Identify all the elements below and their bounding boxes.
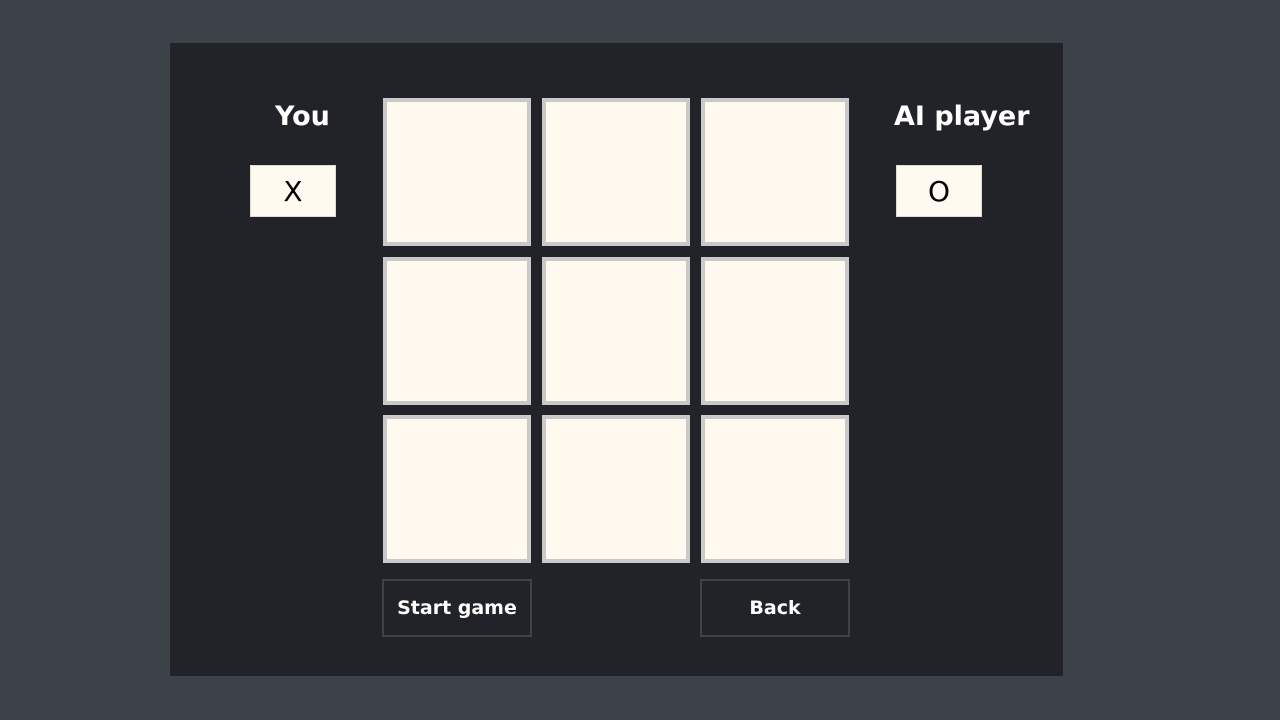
board-cell-1[interactable]: [383, 98, 531, 246]
game-board: [383, 98, 850, 563]
ai-player-label: AI player: [894, 101, 1030, 132]
board-cell-4[interactable]: [383, 257, 531, 405]
ai-player-mark: O: [896, 165, 982, 217]
board-cell-3[interactable]: [701, 98, 849, 246]
board-cell-2[interactable]: [542, 98, 690, 246]
human-player-label: You: [275, 101, 330, 132]
game-panel: You X AI player O Start game Back: [170, 43, 1063, 676]
board-cell-5[interactable]: [542, 257, 690, 405]
board-cell-8[interactable]: [542, 415, 690, 563]
board-cell-6[interactable]: [701, 257, 849, 405]
back-button[interactable]: Back: [700, 579, 850, 637]
board-cell-7[interactable]: [383, 415, 531, 563]
start-game-button[interactable]: Start game: [382, 579, 532, 637]
board-cell-9[interactable]: [701, 415, 849, 563]
human-player-mark: X: [250, 165, 336, 217]
